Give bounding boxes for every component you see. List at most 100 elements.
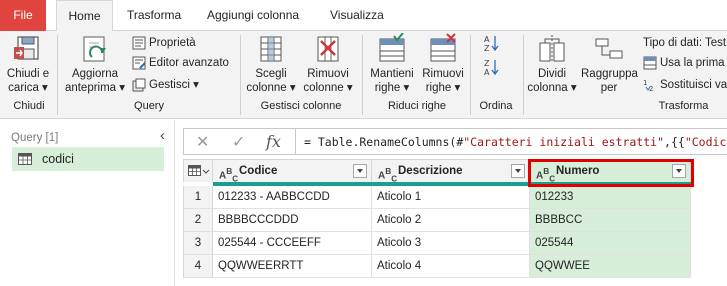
table-cell[interactable]: Aticolo 1 [372, 186, 530, 209]
refresh-label-2: anteprima ▾ [64, 82, 126, 94]
queries-pane-header: Query [1] [11, 132, 59, 144]
keep-rows-label-2: righe ▾ [374, 82, 410, 94]
column-header-descrizione[interactable]: ABC Descrizione [372, 159, 530, 182]
choose-columns-label-1: Scegli [255, 68, 287, 80]
choose-columns-button[interactable]: Scegli colonne ▾ [245, 33, 297, 95]
query-item-codici[interactable]: codici [12, 147, 164, 171]
insert-function-icon[interactable]: fx [266, 132, 281, 151]
tab-home[interactable]: Home [56, 0, 113, 32]
sort-descending-button[interactable]: ZA [484, 58, 503, 77]
remove-rows-label-1: Rimuovi [422, 68, 464, 80]
split-column-label-1: Dividi [537, 68, 567, 80]
row-number[interactable]: 3 [183, 232, 213, 255]
group-by-button[interactable]: Raggruppa per [581, 33, 638, 95]
svg-text:1: 1 [643, 79, 647, 87]
tab-aggiungi-colonna[interactable]: Aggiungi colonna [207, 0, 299, 31]
properties-label: Proprietà [149, 37, 196, 49]
refresh-icon [83, 36, 106, 62]
refresh-preview-button[interactable]: Aggiorna anteprima ▾ [64, 33, 126, 95]
text-type-icon[interactable]: ABC [378, 160, 397, 182]
table-cell[interactable]: 025544 - CCCEEFF [213, 232, 372, 255]
group-divider [523, 35, 524, 115]
formula-input[interactable]: = Table.RenameColumns(#"Caratteri inizia… [304, 135, 727, 149]
formula-bar: ✕ ✓ fx = Table.RenameColumns(#"Caratteri… [183, 128, 727, 155]
data-type-dropdown[interactable]: Tipo di dati: Test [643, 34, 726, 52]
group-divider [362, 35, 363, 115]
group-by-label-2: per [600, 82, 618, 94]
use-first-row-label: Usa la prima [660, 57, 725, 69]
svg-text:Z: Z [484, 44, 490, 52]
column-header-label: Codice [239, 165, 278, 177]
tab-visualizza[interactable]: Visualizza [330, 0, 384, 31]
row-number[interactable]: 4 [183, 255, 213, 278]
tab-file[interactable]: File [0, 0, 46, 31]
keep-rows-button[interactable]: Mantieni righe ▾ [367, 33, 417, 95]
table-cell[interactable]: QQWWEE [530, 255, 691, 278]
table-icon [18, 153, 32, 165]
formula-string-2: "Codice - [684, 135, 727, 149]
use-first-row-button[interactable]: Usa la prima [643, 54, 725, 72]
keep-rows-label-1: Mantieni [370, 68, 414, 80]
confirm-formula-icon[interactable]: ✓ [232, 132, 245, 152]
table-cell[interactable]: 012233 [530, 186, 691, 209]
table-cell[interactable]: BBBBCC [530, 209, 691, 232]
close-load-icon [14, 36, 39, 60]
sort-ascending-icon: AZ [484, 35, 499, 53]
remove-columns-label-1: Rimuovi [307, 68, 349, 80]
remove-rows-button[interactable]: Rimuovi righe ▾ [419, 33, 467, 95]
table-cell[interactable]: 025544 [530, 232, 691, 255]
column-filter-dropdown-icon[interactable] [353, 164, 367, 178]
close-load-label-1: Chiudi e [6, 68, 50, 80]
formula-string-1: "Caratteri iniziali estratti" [463, 135, 665, 149]
cancel-formula-icon[interactable]: ✕ [196, 132, 209, 152]
group-label-trasforma: Trasforma [658, 100, 709, 112]
row-number[interactable]: 1 [183, 186, 213, 209]
ribbon-tab-bar: File Home Trasforma Aggiungi colonna Vis… [0, 0, 727, 32]
collapse-pane-chevron-icon[interactable]: ‹ [160, 127, 165, 144]
tab-trasforma[interactable]: Trasforma [127, 0, 181, 31]
text-type-icon[interactable]: ABC [219, 160, 238, 182]
column-filter-dropdown-icon[interactable] [511, 164, 525, 178]
query-item-label: codici [42, 152, 74, 166]
svg-text:Z: Z [484, 59, 490, 68]
sort-descending-icon: ZA [484, 59, 499, 77]
column-header-codice[interactable]: ABC Codice [213, 159, 372, 182]
table-cell[interactable]: Aticolo 3 [372, 232, 530, 255]
formula-bar-divider [295, 129, 296, 154]
close-and-load-button[interactable]: Chiudi e carica ▾ [4, 33, 52, 95]
group-label-riduci-righe: Riduci righe [387, 100, 447, 112]
properties-button[interactable]: Proprietà [132, 34, 196, 52]
table-cell[interactable]: QQWWEERRTT [213, 255, 372, 278]
svg-text:A: A [484, 68, 490, 76]
remove-columns-label-2: colonne ▾ [303, 82, 353, 94]
properties-icon [132, 36, 146, 50]
split-column-button[interactable]: Dividi colonna ▾ [527, 33, 577, 95]
table-cell[interactable]: Aticolo 4 [372, 255, 530, 278]
group-divider [470, 35, 471, 115]
split-column-icon [539, 35, 565, 63]
table-cell[interactable]: Aticolo 2 [372, 209, 530, 232]
replace-values-button[interactable]: 1 2 Sostituisci va [643, 76, 727, 94]
manage-label: Gestisci ▾ [149, 79, 199, 91]
table-cell[interactable]: BBBBCCCDDD [213, 209, 372, 232]
table-menu-icon [188, 165, 210, 176]
row-number[interactable]: 2 [183, 209, 213, 232]
highlight-annotation-box [528, 159, 694, 187]
group-divider [57, 35, 58, 115]
remove-columns-button[interactable]: Rimuovi colonne ▾ [301, 33, 355, 95]
svg-text:A: A [484, 35, 490, 44]
column-header-label: Descrizione [398, 165, 463, 177]
use-first-row-icon [643, 56, 657, 70]
group-by-label-1: Raggruppa [581, 68, 638, 80]
formula-prefix: = Table.RenameColumns(# [304, 135, 464, 149]
split-column-label-2: colonna ▾ [527, 82, 577, 94]
svg-text:2: 2 [649, 85, 653, 92]
table-cell[interactable]: 012233 - AABBCCDD [213, 186, 372, 209]
manage-button[interactable]: Gestisci ▾ [132, 76, 199, 94]
advanced-editor-button[interactable]: Editor avanzato [132, 54, 229, 72]
table-corner-menu[interactable] [183, 159, 213, 182]
sort-ascending-button[interactable]: AZ [484, 34, 503, 53]
advanced-editor-label: Editor avanzato [149, 57, 229, 69]
ribbon: Chiudi e carica ▾ Chiudi Aggiorna antepr… [0, 31, 727, 119]
group-label-gestisci-colonne: Gestisci colonne [260, 100, 342, 112]
